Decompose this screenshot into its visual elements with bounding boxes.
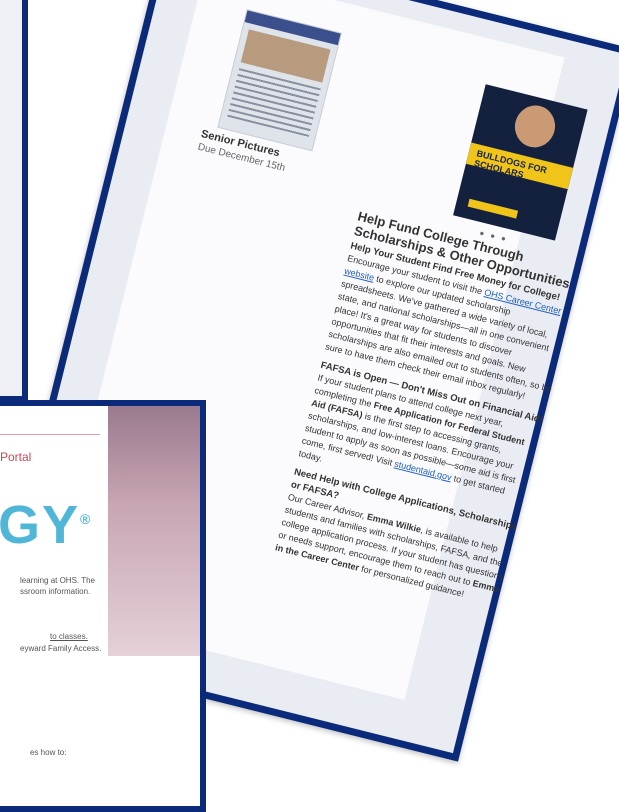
portal-label[interactable]: Portal (0, 450, 31, 464)
scholarship-flyer[interactable]: BULLDOGS FOR SCHOLARS (453, 84, 588, 241)
newsletter-thumbnail[interactable] (217, 9, 342, 152)
flyer-photo (510, 101, 560, 152)
portal-divider (0, 434, 100, 435)
logo-mark: ® (80, 511, 93, 527)
portal-line-5: es how to: (30, 748, 67, 757)
portal-classes-link[interactable]: to classes. (50, 632, 88, 641)
flyer-button (467, 198, 519, 219)
left-panel-fragment (0, 0, 28, 402)
scholarship-article: Help Fund College Through Scholarships &… (272, 208, 583, 615)
portal-hero-image (108, 406, 200, 656)
portal-line-4: eyward Family Access. (20, 644, 102, 653)
portal-logo: GY® (0, 494, 92, 556)
portal-line-1: learning at OHS. The (20, 576, 96, 585)
portal-line-2: ssroom information. (20, 587, 91, 596)
portal-panel: Portal GY® learning at OHS. The ssroom i… (0, 400, 206, 812)
logo-text: GY (0, 495, 81, 555)
